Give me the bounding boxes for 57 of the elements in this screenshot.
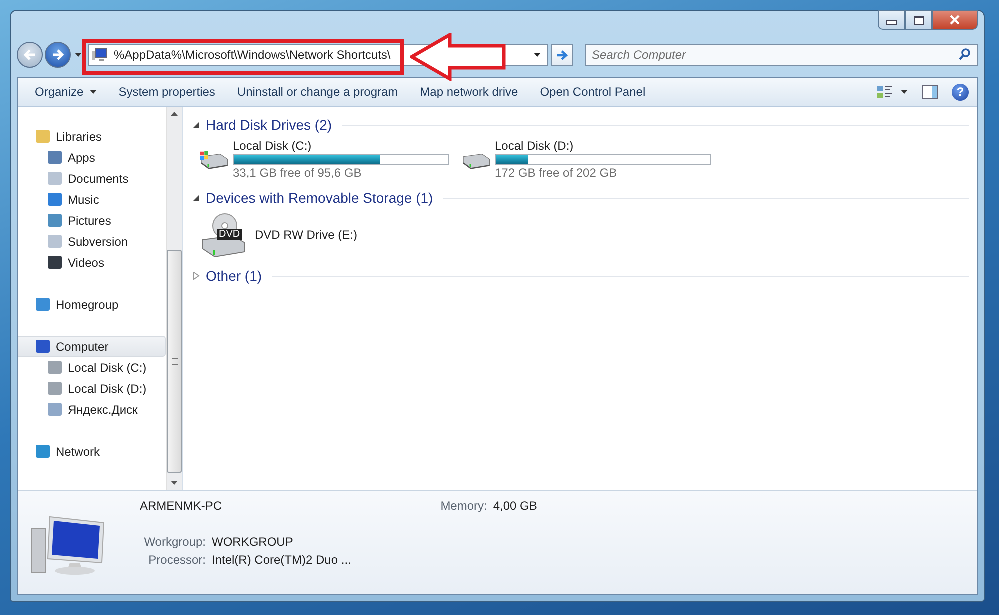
drive-name[interactable]: Local Disk (C:) — [233, 139, 449, 153]
preview-pane-button[interactable] — [922, 85, 938, 99]
field-value: 4,00 GB — [493, 499, 538, 515]
field-label: Workgroup: — [143, 535, 206, 551]
search-icon — [959, 48, 971, 61]
sidebar-item[interactable]: Local Disk (D:) — [18, 378, 166, 399]
forward-button[interactable] — [45, 42, 71, 68]
maximize-button[interactable] — [905, 10, 932, 30]
close-button[interactable] — [932, 10, 978, 30]
toolbar-button[interactable]: Open Control Panel — [529, 80, 657, 104]
minimize-button[interactable] — [878, 10, 905, 30]
drive-name[interactable]: Local Disk (D:) — [495, 139, 711, 153]
sidebar-item[interactable]: Music — [18, 189, 166, 210]
drive-name[interactable]: DVD RW Drive (E:) — [255, 228, 358, 242]
search-field[interactable]: Search Computer — [585, 44, 978, 66]
sidebar-item[interactable]: Computer — [18, 336, 166, 357]
scrollbar[interactable] — [166, 107, 182, 490]
computer-name: ARMENMK-PC — [140, 499, 224, 515]
scroll-up-icon[interactable] — [171, 112, 178, 116]
toolbar-button[interactable]: Map network drive — [409, 80, 530, 104]
back-arrow-icon — [23, 48, 37, 62]
sidebar-item[interactable]: Homegroup — [18, 294, 166, 315]
collapse-triangle-icon[interactable] — [193, 121, 200, 129]
dropdown-arrow-icon[interactable] — [534, 53, 541, 57]
caret-icon — [901, 90, 908, 94]
dropdown-arrow-icon[interactable] — [75, 53, 82, 57]
sidebar-item[interactable]: Libraries — [18, 126, 166, 147]
sidebar-item[interactable]: Videos — [18, 252, 166, 273]
field-label: Memory: — [440, 499, 488, 515]
caret-icon — [90, 90, 97, 94]
sidebar-item[interactable]: Яндекс.Диск — [18, 399, 166, 420]
sidebar-item[interactable]: Documents — [18, 168, 166, 189]
sidebar-item[interactable]: Network — [18, 441, 166, 462]
collapse-triangle-icon[interactable] — [193, 194, 200, 202]
expand-triangle-icon[interactable] — [193, 272, 200, 280]
sidebar-item[interactable]: Pictures — [18, 210, 166, 231]
free-space-text: 33,1 GB free of 95,6 GB — [233, 166, 363, 180]
free-space-text: 172 GB free of 202 GB — [495, 166, 618, 180]
field-value: WORKGROUP — [212, 535, 294, 551]
field-label: Processor: — [148, 553, 206, 569]
toolbar-button[interactable]: Uninstall or change a program — [226, 80, 410, 104]
forward-arrow-icon — [51, 48, 65, 62]
group-heading[interactable]: Other (1) — [206, 268, 262, 284]
field-value: Intel(R) Core(TM)2 Duo ... — [212, 553, 352, 569]
toolbar-button[interactable]: System properties — [108, 80, 226, 104]
group-heading[interactable]: Hard Disk Drives (2) — [206, 117, 332, 133]
back-button[interactable] — [17, 42, 43, 68]
go-arrow-icon — [556, 50, 568, 60]
sidebar-item[interactable]: Local Disk (C:) — [18, 357, 166, 378]
sidebar-item[interactable]: Apps — [18, 147, 166, 168]
close-icon — [949, 15, 961, 25]
toolbar-button[interactable]: Organize — [24, 80, 108, 104]
go-button[interactable] — [551, 44, 573, 66]
view-options-button[interactable] — [877, 85, 908, 99]
group-heading[interactable]: Devices with Removable Storage (1) — [206, 190, 434, 206]
sidebar-item[interactable]: Subversion — [18, 231, 166, 252]
scroll-down-icon[interactable] — [171, 481, 178, 485]
